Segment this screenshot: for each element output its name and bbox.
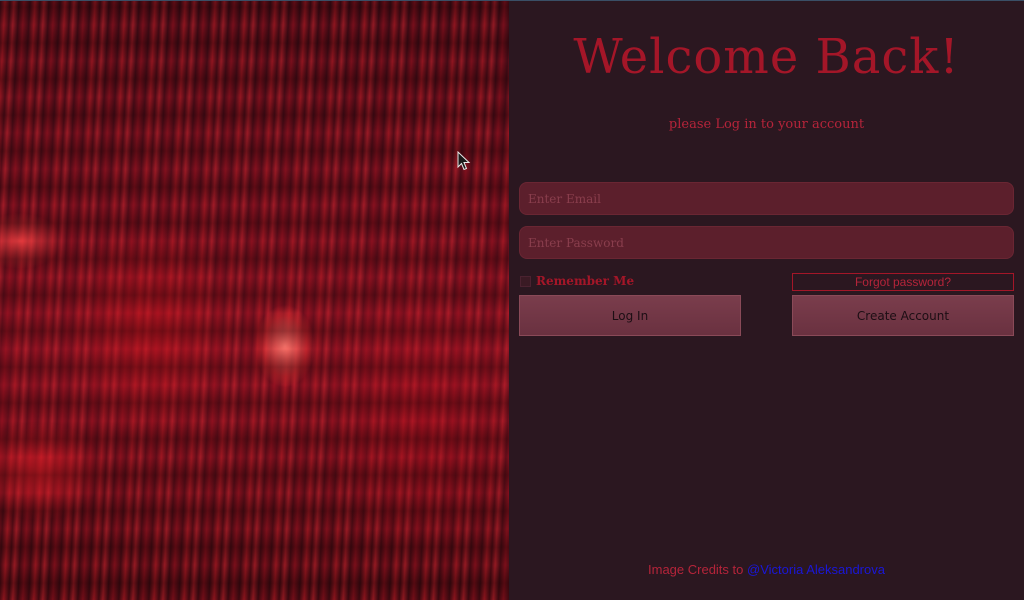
remember-me[interactable]: Remember Me (520, 274, 634, 288)
remember-me-checkbox[interactable] (520, 275, 531, 287)
hero-image (0, 1, 509, 600)
credits-link[interactable]: @Victoria Aleksandrova (747, 562, 885, 577)
password-input[interactable] (519, 226, 1014, 259)
login-button[interactable]: Log In (519, 295, 741, 336)
login-page: Welcome Back! please Log in to your acco… (0, 0, 1024, 600)
page-title: Welcome Back! (573, 29, 960, 85)
mouse-pointer-icon (457, 151, 471, 171)
credits-prefix: Image Credits to (648, 562, 744, 577)
forgot-password-link[interactable]: Forgot password? (792, 273, 1014, 291)
page-subtitle: please Log in to your account (668, 117, 865, 132)
image-credits: Image Credits to @Victoria Aleksandrova (519, 562, 1014, 577)
remember-me-label: Remember Me (536, 274, 635, 288)
email-input[interactable] (519, 182, 1014, 215)
create-account-button[interactable]: Create Account (792, 295, 1014, 336)
